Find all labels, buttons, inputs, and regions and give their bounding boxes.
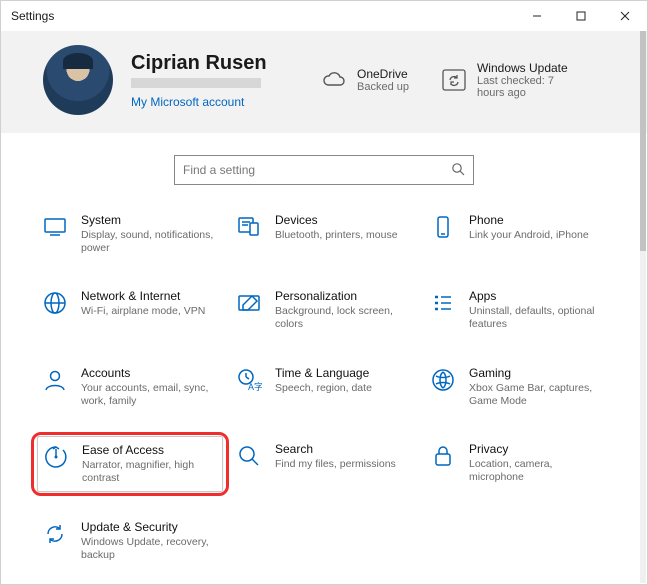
tile-title: Apps xyxy=(469,289,607,303)
tile-time-language[interactable]: A字 Time & Language Speech, region, date xyxy=(231,360,417,414)
avatar[interactable] xyxy=(43,45,113,115)
tile-update-security[interactable]: Update & Security Windows Update, recove… xyxy=(37,514,223,568)
minimize-button[interactable] xyxy=(515,1,559,31)
tile-title: Accounts xyxy=(81,366,219,380)
time-language-icon: A字 xyxy=(235,366,263,394)
tile-title: Time & Language xyxy=(275,366,372,380)
tile-sub: Speech, region, date xyxy=(275,382,372,395)
tile-title: Privacy xyxy=(469,442,607,456)
tile-sub: Wi-Fi, airplane mode, VPN xyxy=(81,305,205,318)
tile-personalization[interactable]: Personalization Background, lock screen,… xyxy=(231,283,417,337)
privacy-icon xyxy=(429,442,457,470)
update-security-icon xyxy=(41,520,69,548)
devices-icon xyxy=(235,213,263,241)
tile-title: System xyxy=(81,213,219,227)
tile-title: Devices xyxy=(275,213,398,227)
account-header: Ciprian Rusen My Microsoft account OneDr… xyxy=(1,31,647,133)
onedrive-status[interactable]: OneDrive Backed up xyxy=(321,67,409,93)
search-icon xyxy=(451,162,465,179)
tile-sub: Your accounts, email, sync, work, family xyxy=(81,382,219,408)
tile-sub: Bluetooth, printers, mouse xyxy=(275,229,398,242)
maximize-button[interactable] xyxy=(559,1,603,31)
system-icon xyxy=(41,213,69,241)
user-email-redacted xyxy=(131,78,261,90)
tile-apps[interactable]: Apps Uninstall, defaults, optional featu… xyxy=(425,283,611,337)
user-block: Ciprian Rusen My Microsoft account xyxy=(131,52,281,109)
microsoft-account-link[interactable]: My Microsoft account xyxy=(131,95,281,109)
search-tile-icon xyxy=(235,442,263,470)
update-icon xyxy=(441,70,467,90)
onedrive-sub: Backed up xyxy=(357,81,409,93)
close-button[interactable] xyxy=(603,1,647,31)
search-input[interactable]: Find a setting xyxy=(174,155,474,185)
tile-network[interactable]: Network & Internet Wi-Fi, airplane mode,… xyxy=(37,283,223,337)
apps-icon xyxy=(429,289,457,317)
window-title: Settings xyxy=(11,9,515,23)
tile-sub: Link your Android, iPhone xyxy=(469,229,589,242)
phone-icon xyxy=(429,213,457,241)
network-icon xyxy=(41,289,69,317)
tile-sub: Location, camera, microphone xyxy=(469,458,607,484)
accounts-icon xyxy=(41,366,69,394)
tile-title: Search xyxy=(275,442,396,456)
tile-sub: Find my files, permissions xyxy=(275,458,396,471)
tile-title: Phone xyxy=(469,213,589,227)
titlebar: Settings xyxy=(1,1,647,31)
tile-accounts[interactable]: Accounts Your accounts, email, sync, wor… xyxy=(37,360,223,414)
windows-update-title: Windows Update xyxy=(477,61,577,75)
windows-update-status[interactable]: Windows Update Last checked: 7 hours ago xyxy=(441,61,577,99)
tile-sub: Background, lock screen, colors xyxy=(275,305,413,331)
tile-title: Personalization xyxy=(275,289,413,303)
cloud-icon xyxy=(321,70,347,90)
tile-gaming[interactable]: Gaming Xbox Game Bar, captures, Game Mod… xyxy=(425,360,611,414)
tile-sub: Uninstall, defaults, optional features xyxy=(469,305,607,331)
tile-privacy[interactable]: Privacy Location, camera, microphone xyxy=(425,436,611,492)
tile-sub: Xbox Game Bar, captures, Game Mode xyxy=(469,382,607,408)
tile-sub: Windows Update, recovery, backup xyxy=(81,536,219,562)
ease-of-access-icon xyxy=(42,443,70,471)
windows-update-sub: Last checked: 7 hours ago xyxy=(477,75,577,99)
search-placeholder: Find a setting xyxy=(183,163,255,177)
tile-title: Gaming xyxy=(469,366,607,380)
svg-text:A字: A字 xyxy=(248,381,262,392)
tile-ease-of-access[interactable]: Ease of Access Narrator, magnifier, high… xyxy=(37,436,223,492)
settings-grid: System Display, sound, notifications, po… xyxy=(1,203,647,578)
gaming-icon xyxy=(429,366,457,394)
tile-title: Network & Internet xyxy=(81,289,205,303)
scrollbar[interactable] xyxy=(640,31,646,583)
tile-phone[interactable]: Phone Link your Android, iPhone xyxy=(425,207,611,261)
user-name: Ciprian Rusen xyxy=(131,52,281,75)
onedrive-title: OneDrive xyxy=(357,67,409,81)
tile-sub: Narrator, magnifier, high contrast xyxy=(82,459,218,485)
window-controls xyxy=(515,1,647,31)
search-wrap: Find a setting xyxy=(1,133,647,203)
scrollbar-thumb[interactable] xyxy=(640,31,646,251)
tile-search[interactable]: Search Find my files, permissions xyxy=(231,436,417,492)
tile-sub: Display, sound, notifications, power xyxy=(81,229,219,255)
tile-title: Update & Security xyxy=(81,520,219,534)
personalization-icon xyxy=(235,289,263,317)
tile-title: Ease of Access xyxy=(82,443,218,457)
tile-devices[interactable]: Devices Bluetooth, printers, mouse xyxy=(231,207,417,261)
tile-system[interactable]: System Display, sound, notifications, po… xyxy=(37,207,223,261)
